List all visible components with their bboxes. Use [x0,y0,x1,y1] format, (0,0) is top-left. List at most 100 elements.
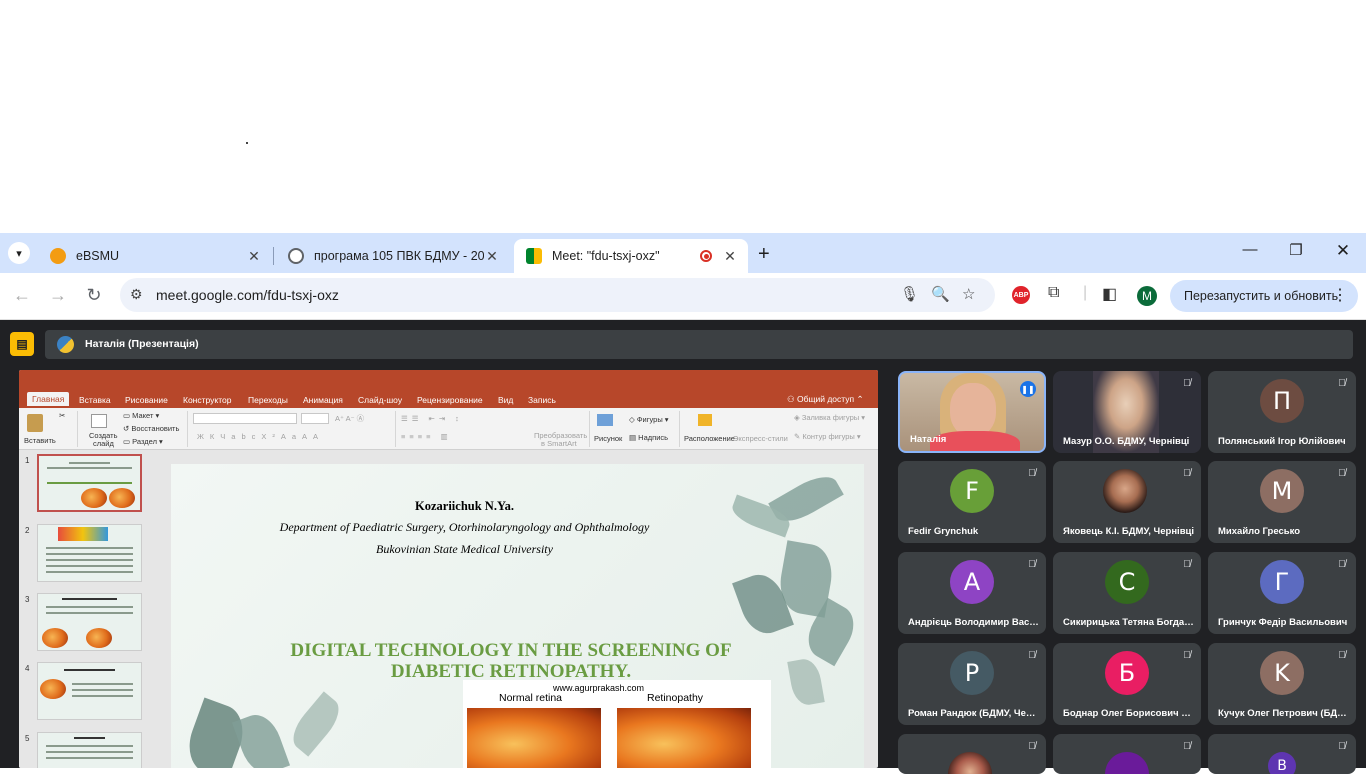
slide-author: Kozariichuk N.Ya. [415,499,514,513]
reload-icon[interactable]: ↻ [82,285,106,306]
slide-thumbnail-1[interactable] [37,454,142,512]
participant-tile[interactable]: ❚❚ Наталія [898,371,1046,453]
close-icon[interactable]: ✕ [722,248,738,265]
avatar: F [950,469,994,513]
participant-tile[interactable]: 🎙̸ [1053,734,1201,774]
picture-icon [597,414,613,426]
slide-thumbnail-4[interactable] [37,662,142,720]
ppt-tab-review: Рецензирование [417,395,483,405]
muted-mic-icon: 🎙̸ [1028,741,1036,752]
close-icon[interactable]: ✕ [484,248,500,265]
slide-thumbnail-2[interactable] [37,524,142,582]
tab-meet[interactable]: Meet: "fdu-tsxj-oxz" ✕ [514,239,748,273]
browser-toolbar: ← → ↻ ⚙ meet.google.com/fdu-tsxj-oxz 🎙 🔍… [0,273,1366,320]
participant-name: Роман Рандюк (БДМУ, Чернівці) [908,708,1040,719]
slide-thumbnail-3[interactable] [37,593,142,651]
participant-name: Fedir Grynchuk [908,526,979,537]
muted-mic-icon: 🎙̸ [1338,468,1346,479]
avatar: Б [1105,651,1149,695]
more-menu-icon[interactable]: ⋮ [1332,280,1348,312]
tab-search-button[interactable]: ▾ [8,242,30,264]
close-icon[interactable]: ✕ [246,248,262,265]
muted-mic-icon: 🎙̸ [1338,741,1346,752]
slide-thumbnail-5[interactable] [37,732,142,768]
font-size-box [301,413,329,424]
participant-tile[interactable]: A 🎙̸ Андрієць Володимир Васильович [898,552,1046,634]
slide-department: Department of Paediatric Surgery, Otorhi… [279,520,650,534]
slide-title: DIGITAL TECHNOLOGY IN THE SCREENING OF D… [290,640,732,682]
retinopathy-image [617,708,751,768]
new-slide-icon [91,414,107,428]
ppt-tab-transitions: Переходы [248,395,288,405]
presenter-avatar [57,336,74,353]
muted-mic-icon: 🎙̸ [1338,378,1346,389]
participant-name: Боднар Олег Борисович БДМУ [1063,708,1195,719]
participant-tile[interactable]: П 🎙̸ Полянський Ігор Юлійович [1208,371,1356,453]
participant-tile[interactable]: M 🎙̸ Михайло Гресько [1208,461,1356,543]
browser-tab-strip: ▾ eBSMU ✕ програма 105 ПВК БДМУ - 202 ✕ … [0,233,1366,273]
globe-icon [288,248,304,264]
meet-icon [526,248,542,264]
profile-avatar[interactable]: M [1137,286,1157,306]
site-info-icon[interactable]: ⚙ [130,286,143,303]
muted-mic-icon: 🎙̸ [1183,468,1191,479]
window-close-icon[interactable]: ✕ [1320,241,1366,261]
avatar: A [950,560,994,604]
participant-name: Андрієць Володимир Васильович [908,617,1040,628]
participant-tile[interactable]: 🎙̸ [898,734,1046,774]
participant-name: Наталія [910,434,947,445]
adblock-extension-icon[interactable]: ABP [1012,286,1030,304]
muted-mic-icon: 🎙̸ [1183,650,1191,661]
participant-tile[interactable]: F 🎙̸ Fedir Grynchuk [898,461,1046,543]
new-tab-button[interactable]: + [758,243,770,266]
extensions-puzzle-icon[interactable]: ⧉ [1048,284,1059,302]
presentation-icon[interactable]: ▤ [10,332,34,356]
muted-mic-icon: 🎙̸ [1183,559,1191,570]
muted-mic-icon: 🎙̸ [1028,559,1036,570]
participant-name: Михайло Гресько [1218,526,1301,537]
participant-tile[interactable]: 🎙̸ Мазур О.О. БДМУ, Чернівці [1053,371,1201,453]
moodle-icon [50,248,66,264]
bookmark-star-icon[interactable]: ☆ [962,285,975,303]
retina-comparison-figure: www.agurprakash.com Normal retina Retino… [463,680,771,768]
muted-mic-icon: 🎙̸ [1028,468,1036,479]
ppt-tab-record: Запись [528,395,556,405]
forward-icon[interactable]: → [46,285,70,306]
speaking-indicator-icon: ❚❚ [1020,381,1036,397]
tab-ebsmu[interactable]: eBSMU ✕ [38,239,272,273]
muted-mic-icon: 🎙̸ [1028,650,1036,661]
ppt-tab-insert: Вставка [79,395,111,405]
presenter-bar: Наталія (Презентація) [45,330,1353,359]
ppt-tab-draw: Рисование [125,395,168,405]
participant-name: Сикирицька Тетяна Богданівна [1063,617,1195,628]
slide-thumbnails: 1 2 3 4 5 [19,450,159,768]
ppt-ribbon-tabs: Главная Вставка Рисование Конструктор Пе… [19,370,878,408]
relaunch-update-button[interactable]: Перезапустить и обновить ⋮ [1170,280,1358,312]
participant-tile[interactable]: C 🎙̸ Сикирицька Тетяна Богданівна [1053,552,1201,634]
participant-tile[interactable]: 🎙̸ Яковець К.І. БДМУ, Чернівці [1053,461,1201,543]
avatar: П [1260,379,1304,423]
recording-icon [700,250,712,262]
participant-name: Гринчук Федір Васильович [1218,617,1348,628]
participant-tile[interactable]: K 🎙̸ Кучук Олег Петрович (БДМУ) [1208,643,1356,725]
ppt-tab-slideshow: Слайд-шоу [358,395,403,405]
microphone-icon[interactable]: 🎙 [900,285,919,303]
participant-tile[interactable]: P 🎙̸ Роман Рандюк (БДМУ, Чернівці) [898,643,1046,725]
normal-retina-image [467,708,601,768]
participant-tile[interactable]: B 🎙̸ [1208,734,1356,774]
paste-icon [27,414,43,432]
restore-icon[interactable]: ❐ [1273,241,1319,259]
back-icon[interactable]: ← [10,285,34,306]
side-panel-icon[interactable]: ◧ [1102,284,1117,304]
muted-mic-icon: 🎙̸ [1183,741,1191,752]
participant-tile[interactable]: Б 🎙̸ Боднар Олег Борисович БДМУ [1053,643,1201,725]
minimize-icon[interactable]: — [1227,241,1273,258]
participant-tile[interactable]: Г 🎙̸ Гринчук Федір Васильович [1208,552,1356,634]
cut-icon: ✂ [59,411,66,420]
address-bar[interactable]: ⚙ meet.google.com/fdu-tsxj-oxz 🎙 🔍 ☆ [120,278,995,312]
ppt-share-button: ⚇ Общий доступ ⌃ [787,394,864,404]
tab-program[interactable]: програма 105 ПВК БДМУ - 202 ✕ [276,239,510,273]
zoom-icon[interactable]: 🔍 [931,285,950,303]
arrange-icon [698,414,712,426]
avatar: P [950,651,994,695]
